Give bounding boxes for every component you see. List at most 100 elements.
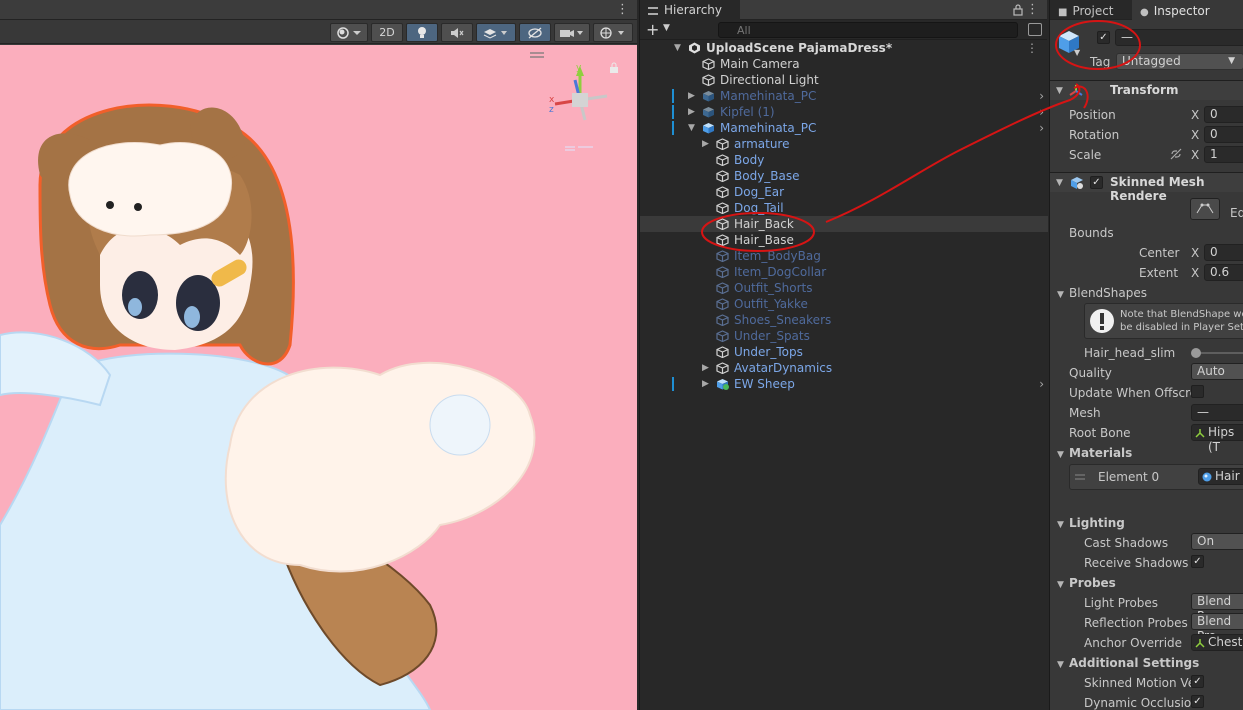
scale-x-field[interactable]: 1	[1204, 146, 1243, 163]
more-options-icon[interactable]: ⋮	[1026, 2, 1039, 17]
lighting-toggle-button[interactable]	[406, 23, 438, 42]
fold-arrow-icon[interactable]: ▼	[1057, 290, 1064, 300]
effects-toggle-button[interactable]	[476, 23, 516, 42]
hierarchy-row[interactable]: Outfit_Yakke	[640, 296, 1048, 312]
update-offscreen-checkbox[interactable]	[1191, 385, 1204, 398]
hierarchy-row[interactable]: ▶ Mamehinata_PC ›	[640, 88, 1048, 104]
hierarchy-row[interactable]: Item_DogCollar	[640, 264, 1048, 280]
blendshape-slider-thumb[interactable]	[1191, 348, 1201, 358]
expand-arrow-right-icon[interactable]: ▶	[702, 360, 709, 376]
cast-shadows-label: Cast Shadows	[1084, 536, 1169, 550]
drag-handle-icon[interactable]	[1075, 474, 1085, 480]
expand-arrow-right-icon[interactable]: ▶	[688, 104, 695, 120]
hierarchy-row[interactable]: Outfit_Shorts	[640, 280, 1048, 296]
hierarchy-row[interactable]: Body	[640, 152, 1048, 168]
more-options-icon[interactable]: ⋮	[616, 2, 629, 17]
center-x-field[interactable]: 0	[1204, 244, 1243, 261]
active-checkbox[interactable]: ✓	[1097, 31, 1110, 44]
hierarchy-row[interactable]: ▼ UploadScene PajamaDress* ⋮	[640, 40, 1048, 56]
search-by-type-icon[interactable]	[1028, 23, 1042, 36]
expand-arrow-down-icon[interactable]: ▼	[674, 40, 681, 56]
effects-layers-icon	[483, 28, 507, 39]
fold-arrow-icon[interactable]: ▼	[1056, 178, 1063, 188]
hierarchy-row[interactable]: Main Camera	[640, 56, 1048, 72]
hierarchy-row[interactable]: ▶ AvatarDynamics	[640, 360, 1048, 376]
fold-arrow-icon[interactable]: ▼	[1057, 580, 1064, 590]
edit-bounds-button[interactable]	[1190, 198, 1220, 220]
reflection-probes-dropdown[interactable]: Blend Pro	[1191, 613, 1243, 643]
chevron-down-icon[interactable]: ▼	[663, 23, 670, 33]
skinned-mesh-enabled-checkbox[interactable]: ✓	[1090, 176, 1103, 189]
hierarchy-row[interactable]: Under_Spats	[640, 328, 1048, 344]
gizmo-lock-icon[interactable]	[609, 62, 619, 73]
tag-dropdown[interactable]: Untagged ▼	[1116, 53, 1243, 70]
tab-inspector[interactable]: ● Inspector	[1132, 0, 1243, 21]
reflection-probes-label: Reflection Probes	[1084, 616, 1188, 630]
shading-mode-button[interactable]	[330, 23, 368, 42]
constrain-proportions-icon[interactable]	[1169, 148, 1183, 160]
skinned-mesh-renderer-header[interactable]: ▼ ✓ Skinned Mesh Rendere	[1050, 172, 1243, 203]
lock-icon[interactable]	[1013, 4, 1023, 16]
fold-arrow-icon[interactable]: ▼	[1057, 660, 1064, 670]
extent-x-field[interactable]: 0.6	[1204, 264, 1243, 281]
fold-arrow-icon[interactable]: ▼	[1056, 86, 1063, 96]
quality-dropdown[interactable]: Auto	[1191, 363, 1243, 380]
transform-title: Transform	[1110, 83, 1179, 97]
open-prefab-arrow-icon[interactable]: ›	[1039, 88, 1044, 104]
skinned-motion-checkbox[interactable]: ✓	[1191, 675, 1204, 688]
rotation-x-field[interactable]: 0	[1204, 126, 1243, 143]
dynamic-occlusion-checkbox[interactable]: ✓	[1191, 695, 1204, 708]
open-prefab-arrow-icon[interactable]: ›	[1039, 104, 1044, 120]
scene-more-options-icon[interactable]: ⋮	[1026, 40, 1038, 56]
hierarchy-row[interactable]: ▶ EW Sheep ›	[640, 376, 1048, 392]
blendshape-slider-track[interactable]	[1196, 352, 1243, 354]
expand-arrow-right-icon[interactable]: ▶	[702, 376, 709, 392]
add-object-button[interactable]: +	[646, 21, 659, 39]
light-probes-dropdown[interactable]: Blend Pro	[1191, 593, 1243, 623]
receive-shadows-checkbox[interactable]: ✓	[1191, 555, 1204, 568]
scene-viewport[interactable]: y x z	[0, 45, 637, 710]
hierarchy-row[interactable]: Under_Tops	[640, 344, 1048, 360]
hierarchy-row[interactable]: Hair_Base	[640, 232, 1048, 248]
position-label: Position	[1069, 108, 1116, 122]
cast-shadows-dropdown[interactable]: On	[1191, 533, 1243, 550]
tab-project[interactable]: ■ Project	[1050, 0, 1132, 21]
root-bone-field[interactable]: Hips (T	[1191, 424, 1243, 454]
open-prefab-arrow-icon[interactable]: ›	[1039, 120, 1044, 136]
hierarchy-search-input[interactable]	[718, 22, 1018, 38]
hierarchy-row[interactable]: Shoes_Sneakers	[640, 312, 1048, 328]
hierarchy-row[interactable]: ▶ armature	[640, 136, 1048, 152]
2d-toggle-button[interactable]: 2D	[371, 23, 403, 42]
scene-visibility-button[interactable]	[519, 23, 551, 42]
hierarchy-row[interactable]: Dog_Tail	[640, 200, 1048, 216]
hierarchy-row[interactable]: Dog_Ear	[640, 184, 1048, 200]
scale-label: Scale	[1069, 148, 1102, 162]
camera-settings-button[interactable]	[554, 23, 590, 42]
hierarchy-row[interactable]: Item_BodyBag	[640, 248, 1048, 264]
transform-header[interactable]: ▼ Transform	[1050, 80, 1243, 100]
element0-field[interactable]: Hair	[1198, 468, 1243, 485]
mesh-field[interactable]: —	[1191, 404, 1243, 421]
drag-handle-icon[interactable]	[530, 51, 544, 59]
hierarchy-row[interactable]: ▼ Mamehinata_PC ›	[640, 120, 1048, 136]
audio-toggle-button[interactable]	[441, 23, 473, 42]
gizmos-button[interactable]	[593, 23, 633, 42]
expand-arrow-right-icon[interactable]: ▶	[688, 88, 695, 104]
expand-arrow-down-icon[interactable]: ▼	[688, 120, 695, 136]
open-prefab-arrow-icon[interactable]: ›	[1039, 376, 1044, 392]
position-x-field[interactable]: 0	[1204, 106, 1243, 123]
hierarchy-row[interactable]: ▶ Kipfel (1) ›	[640, 104, 1048, 120]
hierarchy-row[interactable]: Directional Light	[640, 72, 1048, 88]
hierarchy-row[interactable]: Body_Base	[640, 168, 1048, 184]
chevron-down-icon[interactable]: ▼	[1074, 48, 1080, 57]
expand-arrow-right-icon[interactable]: ▶	[702, 136, 709, 152]
anchor-override-field[interactable]: Chest	[1191, 634, 1243, 651]
object-name-field[interactable]: —	[1115, 29, 1243, 46]
hierarchy-tab-icon	[648, 6, 658, 15]
fold-arrow-icon[interactable]: ▼	[1057, 520, 1064, 530]
bounds-label: Bounds	[1069, 226, 1114, 240]
fold-arrow-icon[interactable]: ▼	[1057, 450, 1064, 460]
material-sphere-icon	[1202, 472, 1212, 482]
tab-hierarchy[interactable]: Hierarchy	[640, 0, 740, 21]
hierarchy-row[interactable]: Hair_Back	[640, 216, 1048, 232]
